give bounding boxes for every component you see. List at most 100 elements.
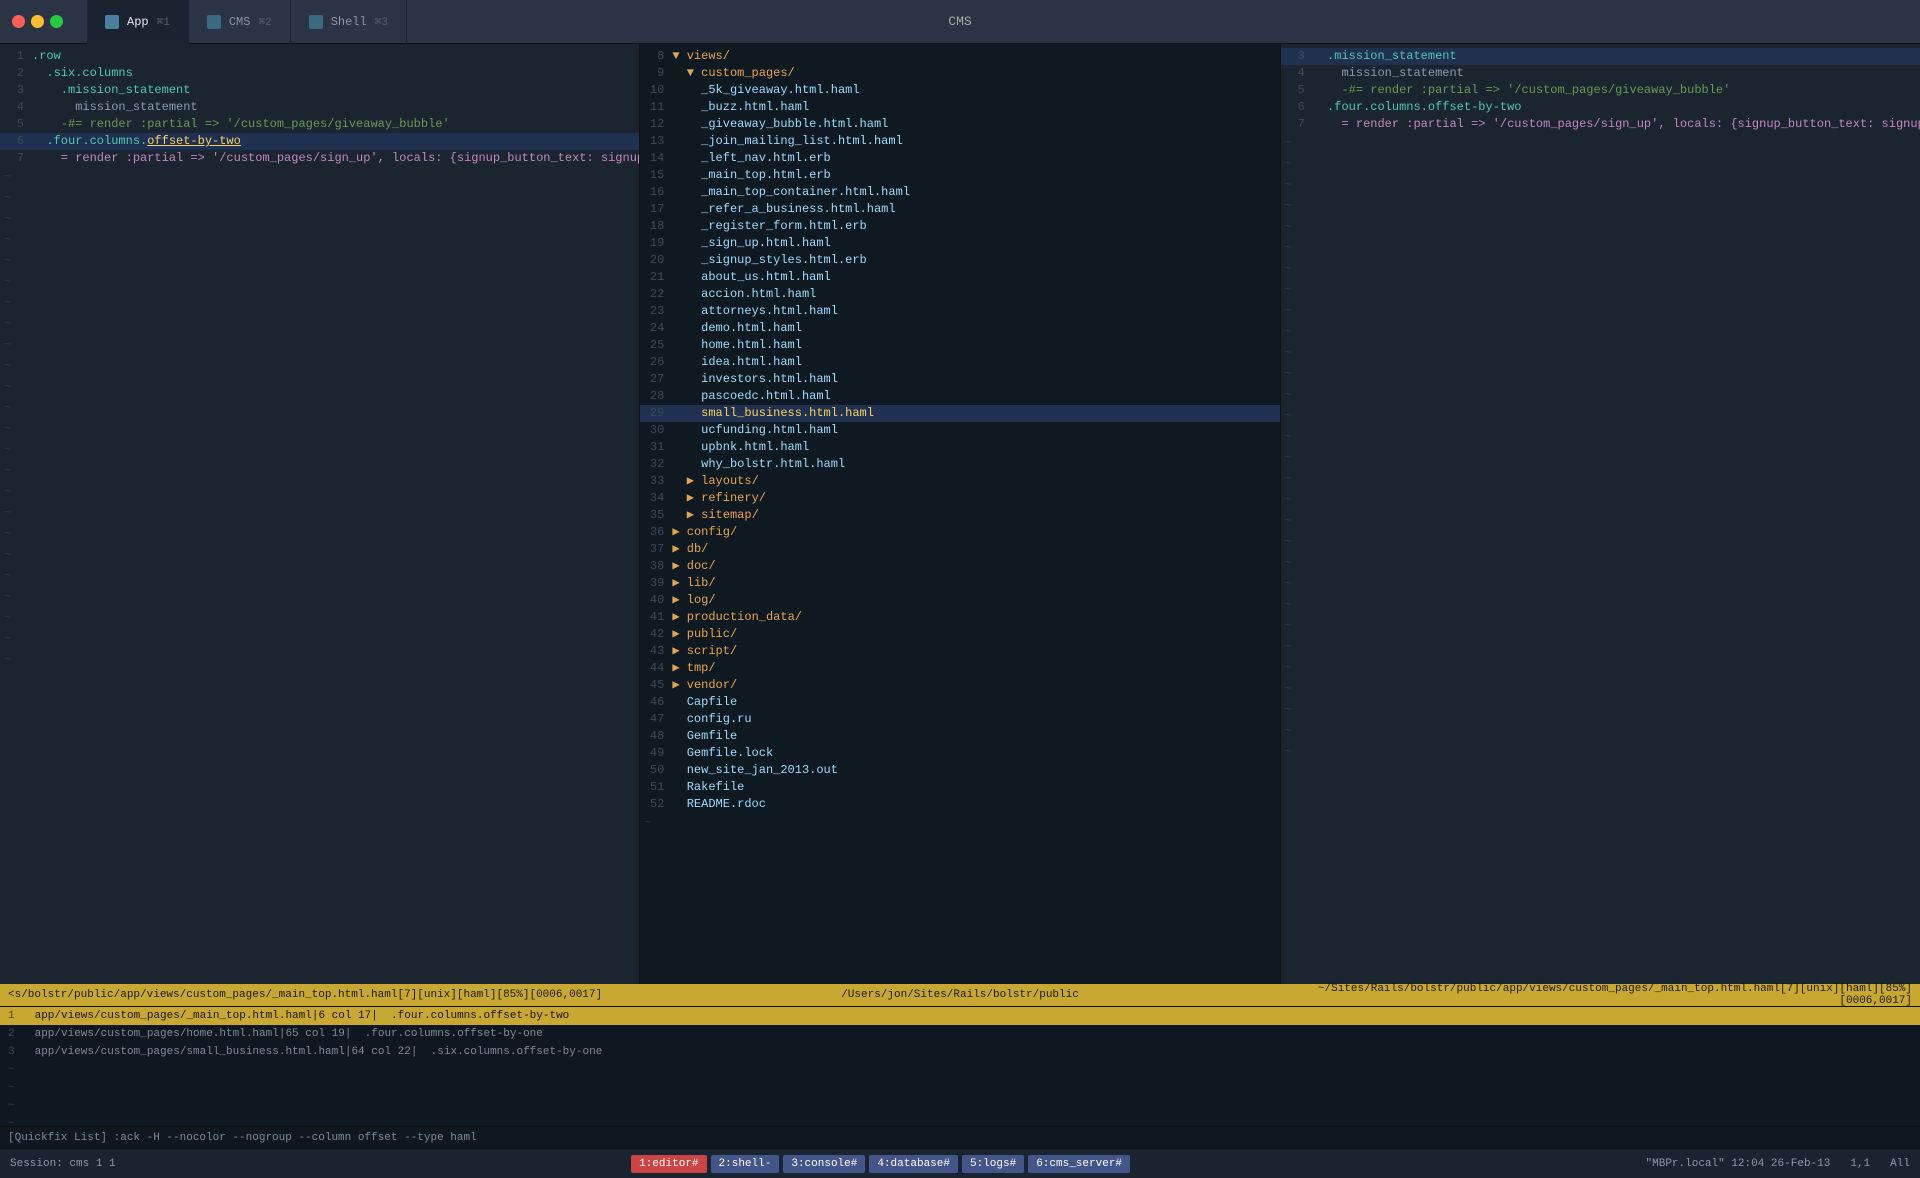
code-line: 2 .six.columns xyxy=(0,65,639,82)
tab-cms-label: CMS xyxy=(229,15,251,29)
tmux-tabs: 1:editor# 2:shell- 3:console# 4:database… xyxy=(631,1155,1130,1173)
code-line: 33 ▶ layouts/ xyxy=(640,473,1279,490)
tab-shell-shortcut: ⌘3 xyxy=(375,15,388,29)
code-line: 20 _signup_styles.html.erb xyxy=(640,252,1279,269)
tab-shell-label: Shell xyxy=(331,15,367,29)
code-line-highlighted: 3 .mission_statement xyxy=(1281,48,1920,65)
code-line: 27 investors.html.haml xyxy=(640,371,1279,388)
tab-cms-shortcut: ⌘2 xyxy=(258,15,271,29)
code-line: 48 Gemfile xyxy=(640,728,1279,745)
tab-cms[interactable]: CMS ⌘2 xyxy=(189,0,291,44)
code-line: 17 _refer_a_business.html.haml xyxy=(640,201,1279,218)
quickfix-line[interactable]: 2 app/views/custom_pages/home.html.haml|… xyxy=(0,1025,1920,1043)
code-line: 28 pascoedc.html.haml xyxy=(640,388,1279,405)
code-line: 21 about_us.html.haml xyxy=(640,269,1279,286)
code-line: 22 accion.html.haml xyxy=(640,286,1279,303)
code-line: 41 ▶ production_data/ xyxy=(640,609,1279,626)
code-line: 26 idea.html.haml xyxy=(640,354,1279,371)
code-line: 36 ▶ config/ xyxy=(640,524,1279,541)
code-line: 8 ▼ views/ xyxy=(640,48,1279,65)
scroll-mode: All xyxy=(1890,1158,1910,1170)
code-line-highlighted: 6 .four.columns.offset-by-two xyxy=(0,133,639,150)
left-pane: 1 .row 2 .six.columns 3 .mission_stateme… xyxy=(0,44,640,984)
tab-app[interactable]: App ⌘1 xyxy=(87,0,189,44)
command-text: [Quickfix List] :ack -H --nocolor --nogr… xyxy=(8,1132,477,1144)
tab-bar: App ⌘1 CMS ⌘2 Shell ⌘3 xyxy=(87,0,407,44)
titlebar: App ⌘1 CMS ⌘2 Shell ⌘3 CMS xyxy=(0,0,1920,44)
minimize-button[interactable] xyxy=(31,15,44,28)
tmux-tab-2[interactable]: 2:shell- xyxy=(711,1155,780,1173)
code-line: 37 ▶ db/ xyxy=(640,541,1279,558)
code-line: 43 ▶ script/ xyxy=(640,643,1279,660)
tmux-tab-5[interactable]: 5:logs# xyxy=(962,1155,1024,1173)
tab-cms-icon xyxy=(207,15,221,29)
code-line: 7 = render :partial => '/custom_pages/si… xyxy=(0,150,639,167)
code-line: 12 _giveaway_bubble.html.haml xyxy=(640,116,1279,133)
cursor-position: 1,1 xyxy=(1850,1158,1870,1170)
code-line: 32 why_bolstr.html.haml xyxy=(640,456,1279,473)
quickfix-panel: 1 app/views/custom_pages/_main_top.html.… xyxy=(0,1006,1920,1126)
command-bar: [Quickfix List] :ack -H --nocolor --nogr… xyxy=(0,1126,1920,1148)
code-line: 4 mission_statement xyxy=(1281,65,1920,82)
maximize-button[interactable] xyxy=(50,15,63,28)
tmux-tab-3[interactable]: 3:console# xyxy=(783,1155,865,1173)
code-line: 30 ucfunding.html.haml xyxy=(640,422,1279,439)
status-right: ~/Sites/Rails/bolstr/public/app/views/cu… xyxy=(1277,983,1912,1007)
code-line: 47 config.ru xyxy=(640,711,1279,728)
code-line: 9 ▼ custom_pages/ xyxy=(640,65,1279,82)
left-code-area[interactable]: 1 .row 2 .six.columns 3 .mission_stateme… xyxy=(0,44,639,984)
code-line: 34 ▶ refinery/ xyxy=(640,490,1279,507)
code-line: 52 README.rdoc xyxy=(640,796,1279,813)
tab-shell-icon xyxy=(309,15,323,29)
tab-app-icon xyxy=(105,15,119,29)
tmux-tab-4[interactable]: 4:database# xyxy=(869,1155,958,1173)
status-left: <s/bolstr/public/app/views/custom_pages/… xyxy=(8,989,643,1001)
code-line: 51 Rakefile xyxy=(640,779,1279,796)
close-button[interactable] xyxy=(12,15,25,28)
tab-app-shortcut: ⌘1 xyxy=(157,15,170,29)
tmux-tab-1[interactable]: 1:editor# xyxy=(631,1155,706,1173)
status-center: /Users/jon/Sites/Rails/bolstr/public xyxy=(643,989,1278,1001)
tab-app-label: App xyxy=(127,15,149,29)
quickfix-line[interactable]: 3 app/views/custom_pages/small_business.… xyxy=(0,1043,1920,1061)
session-info: Session: cms 1 1 xyxy=(10,1158,116,1170)
code-line: 14 _left_nav.html.erb xyxy=(640,150,1279,167)
status-bar: <s/bolstr/public/app/views/custom_pages/… xyxy=(0,984,1920,1006)
middle-pane: 8 ▼ views/ 9 ▼ custom_pages/ 10 _5k_give… xyxy=(640,44,1280,984)
code-line: 38 ▶ doc/ xyxy=(640,558,1279,575)
quickfix-line-active[interactable]: 1 app/views/custom_pages/_main_top.html.… xyxy=(0,1007,1920,1025)
code-line: 13 _join_mailing_list.html.haml xyxy=(640,133,1279,150)
code-line: 6 .four.columns.offset-by-two xyxy=(1281,99,1920,116)
code-line: 3 .mission_statement xyxy=(0,82,639,99)
code-line: 7 = render :partial => '/custom_pages/si… xyxy=(1281,116,1920,133)
code-line: 46 Capfile xyxy=(640,694,1279,711)
bottom-right-info: "MBPr.local" 12:04 26-Feb-13 xyxy=(1646,1158,1831,1170)
tmux-tab-6[interactable]: 6:cms_server# xyxy=(1028,1155,1130,1173)
tab-shell[interactable]: Shell ⌘3 xyxy=(291,0,407,44)
code-line: 10 _5k_giveaway.html.haml xyxy=(640,82,1279,99)
code-line: 45 ▶ vendor/ xyxy=(640,677,1279,694)
code-line: 1 .row xyxy=(0,48,639,65)
code-line: 24 demo.html.haml xyxy=(640,320,1279,337)
code-line: 11 _buzz.html.haml xyxy=(640,99,1279,116)
middle-code-area[interactable]: 8 ▼ views/ 9 ▼ custom_pages/ 10 _5k_give… xyxy=(640,44,1279,984)
code-line: 42 ▶ public/ xyxy=(640,626,1279,643)
code-line: 49 Gemfile.lock xyxy=(640,745,1279,762)
code-line: 35 ▶ sitemap/ xyxy=(640,507,1279,524)
code-line: 39 ▶ lib/ xyxy=(640,575,1279,592)
code-line: 5 -#= render :partial => '/custom_pages/… xyxy=(1281,82,1920,99)
code-line: 4 mission_statement xyxy=(0,99,639,116)
code-line: 23 attorneys.html.haml xyxy=(640,303,1279,320)
code-line: 18 _register_form.html.erb xyxy=(640,218,1279,235)
code-line: 40 ▶ log/ xyxy=(640,592,1279,609)
code-line: 16 _main_top_container.html.haml xyxy=(640,184,1279,201)
right-code-area[interactable]: 3 .mission_statement 4 mission_statement… xyxy=(1281,44,1920,984)
code-line: 19 _sign_up.html.haml xyxy=(640,235,1279,252)
code-line: 44 ▶ tmp/ xyxy=(640,660,1279,677)
code-line-highlighted: 29 small_business.html.haml xyxy=(640,405,1279,422)
code-line: 5 -#= render :partial => '/custom_pages/… xyxy=(0,116,639,133)
code-line: 50 new_site_jan_2013.out xyxy=(640,762,1279,779)
window-controls xyxy=(0,15,63,28)
code-line: 25 home.html.haml xyxy=(640,337,1279,354)
window-title: CMS xyxy=(948,14,971,29)
